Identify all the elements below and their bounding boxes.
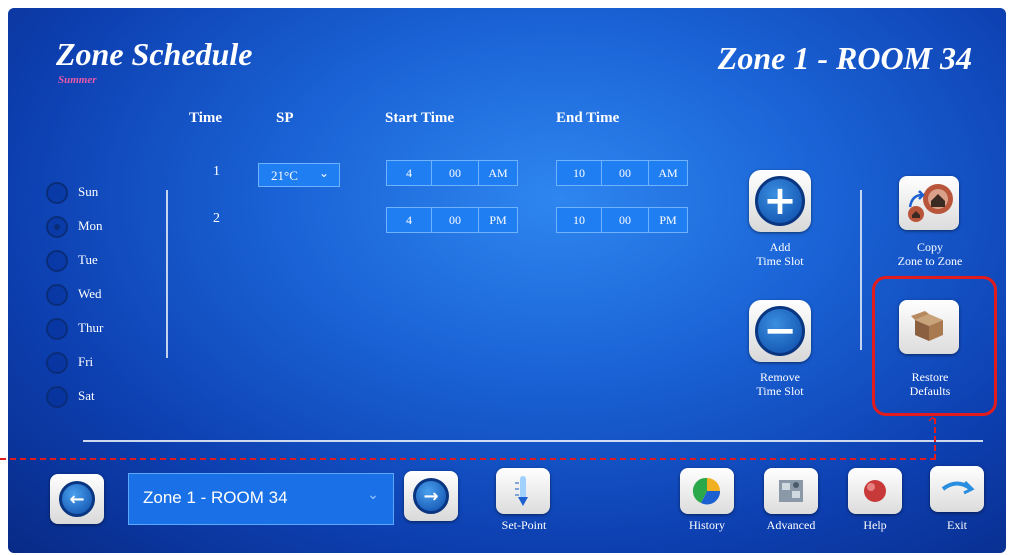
day-label: Thur — [78, 320, 104, 335]
col-header-sp: SP — [276, 110, 294, 126]
copy-zone-icon — [908, 184, 953, 222]
exit-arrow-icon — [941, 480, 975, 495]
end-hour[interactable]: 10 — [557, 161, 602, 185]
help-button[interactable] — [848, 468, 902, 514]
set-point-label: Set-Point — [501, 518, 547, 532]
chevron-down-icon: ⌄ — [318, 166, 329, 180]
thermostat-screen: Zone Schedule Summer Zone 1 - ROOM 34 Ti… — [8, 8, 1006, 553]
day-tue[interactable]: Tue — [46, 244, 136, 278]
arrow-right-icon: → — [413, 478, 449, 514]
radio-mon[interactable] — [46, 216, 68, 238]
radio-tue[interactable] — [46, 250, 68, 272]
help-label: Help — [863, 518, 887, 532]
start-ampm[interactable]: AM — [479, 161, 517, 185]
radio-sat[interactable] — [46, 386, 68, 408]
end-ampm[interactable]: PM — [649, 208, 687, 232]
day-label: Mon — [78, 218, 103, 233]
add-label-line1: Add — [769, 240, 791, 254]
day-thur[interactable]: Thur — [46, 312, 136, 346]
add-label-line2: Time Slot — [756, 254, 804, 268]
zone-select-value: Zone 1 - ROOM 34 — [143, 488, 288, 507]
advanced-label: Advanced — [766, 518, 816, 532]
day-fri[interactable]: Fri — [46, 346, 136, 380]
remove-time-slot-label: Remove Time Slot — [730, 370, 830, 398]
day-label: Tue — [78, 252, 98, 267]
footer-divider — [83, 440, 983, 442]
previous-zone-button[interactable]: ← — [50, 474, 104, 524]
day-mon[interactable]: Mon — [46, 210, 136, 244]
callout-line-horizontal — [0, 458, 936, 460]
start-hour[interactable]: 4 — [387, 161, 432, 185]
radio-fri[interactable] — [46, 352, 68, 374]
advanced-icon — [779, 480, 803, 502]
thermometer-icon — [515, 476, 528, 506]
radio-thur[interactable] — [46, 318, 68, 340]
setpoint-select[interactable]: 21°C ⌄ — [258, 163, 340, 187]
set-point-button[interactable] — [496, 468, 550, 514]
col-header-time: Time — [189, 110, 223, 126]
add-time-slot-button[interactable]: + — [749, 170, 811, 232]
zone-select[interactable]: Zone 1 - ROOM 34 ⌄ — [128, 473, 394, 525]
end-minute[interactable]: 00 — [602, 208, 649, 232]
radio-sun[interactable] — [46, 182, 68, 204]
chevron-down-icon: ⌄ — [367, 487, 379, 503]
day-selector: Sun Mon Tue Wed Thur Fri Sat — [46, 176, 136, 414]
slot-number: 1 — [213, 164, 220, 179]
arrow-left-icon: ← — [59, 481, 95, 517]
help-icon — [864, 480, 886, 502]
advanced-button[interactable] — [764, 468, 818, 514]
end-ampm[interactable]: AM — [649, 161, 687, 185]
divider-right — [860, 190, 862, 350]
remove-label-line2: Time Slot — [756, 384, 804, 398]
col-header-start-time: Start Time — [385, 110, 455, 126]
start-time-slot-2[interactable]: 4 00 PM — [386, 207, 518, 233]
end-minute[interactable]: 00 — [602, 161, 649, 185]
copy-label-line1: Copy — [916, 240, 943, 254]
start-hour[interactable]: 4 — [387, 208, 432, 232]
copy-zone-label: Copy Zone to Zone — [880, 240, 980, 268]
day-label: Wed — [78, 286, 102, 301]
slot-number: 2 — [213, 211, 220, 226]
exit-button[interactable] — [930, 466, 984, 512]
end-hour[interactable]: 10 — [557, 208, 602, 232]
day-sun[interactable]: Sun — [46, 176, 136, 210]
page-title: Zone Schedule — [56, 36, 253, 72]
day-wed[interactable]: Wed — [46, 278, 136, 312]
remove-label-line1: Remove — [760, 370, 800, 384]
start-ampm[interactable]: PM — [479, 208, 517, 232]
exit-label: Exit — [947, 518, 967, 532]
restore-defaults-highlight — [872, 276, 997, 416]
start-minute[interactable]: 00 — [432, 208, 479, 232]
start-minute[interactable]: 00 — [432, 161, 479, 185]
remove-time-slot-button[interactable]: − — [749, 300, 811, 362]
history-button[interactable] — [680, 468, 734, 514]
plus-icon: + — [755, 176, 805, 226]
pie-chart-icon — [692, 477, 721, 505]
copy-label-line2: Zone to Zone — [897, 254, 963, 268]
col-header-end-time: End Time — [556, 110, 620, 126]
arrow-up-icon: ⌃ — [925, 414, 941, 435]
history-label: History — [689, 518, 725, 532]
minus-icon: − — [755, 306, 805, 356]
day-label: Sat — [78, 388, 95, 403]
day-sat[interactable]: Sat — [46, 380, 136, 414]
day-label: Sun — [78, 184, 99, 199]
add-time-slot-label: Add Time Slot — [730, 240, 830, 268]
day-label: Fri — [78, 354, 94, 369]
copy-zone-button[interactable] — [899, 176, 959, 230]
zone-title: Zone 1 - ROOM 34 — [717, 40, 972, 76]
end-time-slot-2[interactable]: 10 00 PM — [556, 207, 688, 233]
radio-wed[interactable] — [46, 284, 68, 306]
divider-left — [166, 190, 168, 358]
start-time-slot-1[interactable]: 4 00 AM — [386, 160, 518, 186]
setpoint-value: 21°C — [271, 168, 298, 183]
end-time-slot-1[interactable]: 10 00 AM — [556, 160, 688, 186]
season-label: Summer — [58, 74, 97, 86]
next-zone-button[interactable]: → — [404, 471, 458, 521]
